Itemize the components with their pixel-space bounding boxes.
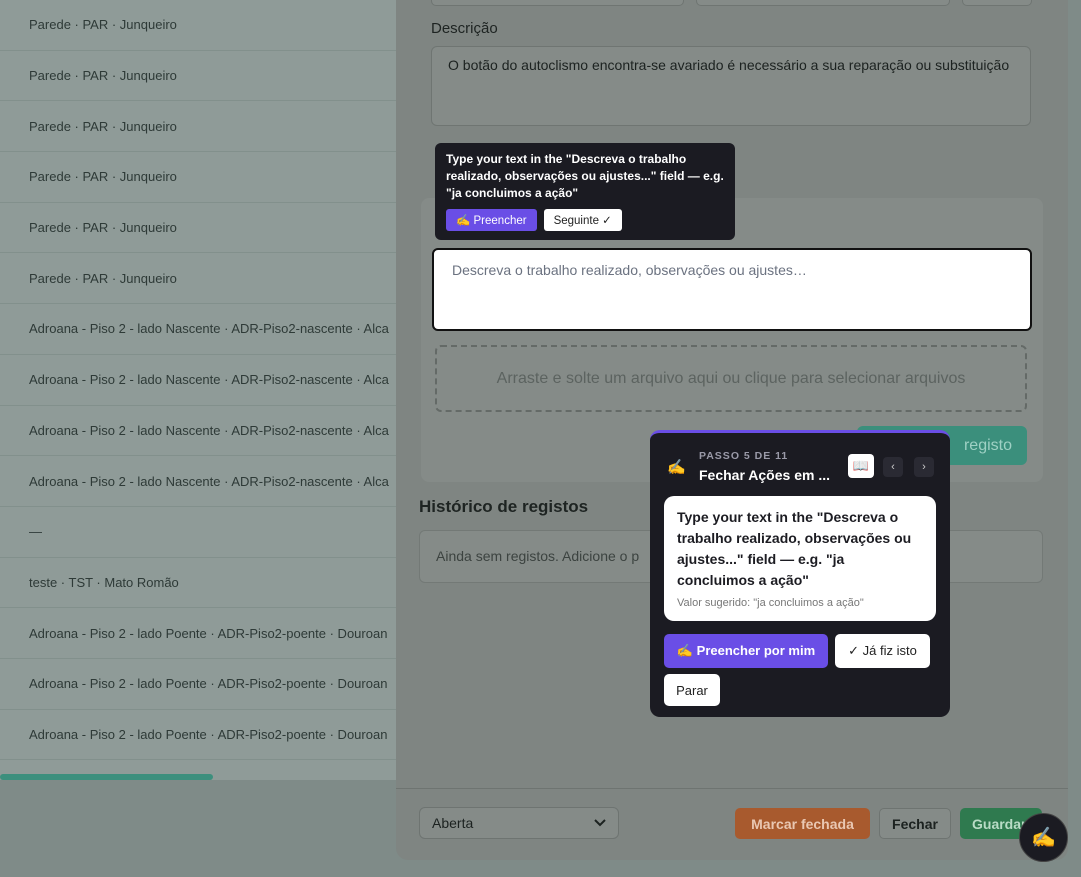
- guide-suggested-value: Valor sugerido: "ja concluimos a ação": [677, 597, 864, 609]
- field-top-1[interactable]: [431, 0, 684, 6]
- list-item[interactable]: teste · TST · Mato Romão: [0, 558, 420, 609]
- field-tooltip: Type your text in the "Descreva o trabal…: [435, 143, 735, 240]
- book-icon[interactable]: 📖: [848, 454, 874, 478]
- mark-closed-button[interactable]: Marcar fechada: [735, 808, 870, 839]
- footer-divider: [396, 788, 1068, 789]
- horizontal-scrollbar[interactable]: [0, 774, 213, 780]
- guide-step: PASSO 5 DE 11: [699, 450, 789, 462]
- guide-stop-button[interactable]: Parar: [664, 674, 720, 706]
- list-item[interactable]: —: [0, 507, 420, 558]
- status-select[interactable]: Aberta: [419, 807, 619, 839]
- guide-done-button[interactable]: ✓ Já fiz isto: [835, 634, 930, 668]
- field-top-3[interactable]: [962, 0, 1032, 6]
- list-item[interactable]: Parede · PAR · Junqueiro: [0, 0, 420, 51]
- guide-instruction-card: Type your text in the "Descreva o trabal…: [664, 496, 936, 621]
- history-title: Histórico de registos: [419, 497, 589, 516]
- chevron-right-icon[interactable]: ›: [914, 457, 934, 477]
- assistant-fab-button[interactable]: ✍: [1019, 813, 1068, 862]
- list-item[interactable]: Adroana - Piso 2 - lado Nascente · ADR-P…: [0, 304, 420, 355]
- tooltip-fill-button[interactable]: ✍ Preencher: [446, 209, 537, 231]
- list-item[interactable]: Parede · PAR · Junqueiro: [0, 51, 420, 102]
- list-item[interactable]: Parede · PAR · Junqueiro: [0, 152, 420, 203]
- list-item[interactable]: Parede · PAR · Junqueiro: [0, 203, 420, 254]
- guide-instruction: Type your text in the "Descreva o trabal…: [677, 509, 912, 588]
- chevron-left-icon[interactable]: ‹: [883, 457, 903, 477]
- list-footer: [0, 780, 420, 877]
- list-item[interactable]: Adroana - Piso 2 - lado Nascente · ADR-P…: [0, 456, 420, 507]
- guide-panel: ✍ PASSO 5 DE 11 Fechar Ações em ... 📖 ‹ …: [650, 430, 950, 717]
- close-button[interactable]: Fechar: [879, 808, 951, 839]
- location-list: Parede · PAR · Junqueiro Parede · PAR · J…: [0, 0, 420, 780]
- hand-writing-icon: ✍: [667, 459, 686, 476]
- list-item[interactable]: Parede · PAR · Junqueiro: [0, 101, 420, 153]
- list-item[interactable]: Adroana - Piso 2 - lado Poente · ADR-Pis…: [0, 659, 420, 710]
- status-value: Aberta: [432, 815, 474, 831]
- list-item[interactable]: Adroana - Piso 2 - lado Poente · ADR-Pis…: [0, 608, 420, 659]
- chevron-down-icon: [594, 819, 606, 827]
- tooltip-text: Type your text in the "Descreva o trabal…: [446, 152, 724, 200]
- hand-writing-icon: ✍: [1031, 827, 1056, 849]
- tooltip-next-button[interactable]: Seguinte ✓: [543, 209, 622, 231]
- guide-title: Fechar Ações em ...: [699, 467, 830, 483]
- notes-textarea[interactable]: Descreva o trabalho realizado, observaçõ…: [432, 248, 1032, 331]
- list-item[interactable]: Adroana - Piso 2 - lado Poente · ADR-Pis…: [0, 710, 420, 761]
- file-dropzone[interactable]: Arraste e solte um arquivo aqui ou cliqu…: [435, 345, 1027, 412]
- description-textarea[interactable]: O botão do autoclismo encontra-se avaria…: [431, 46, 1031, 126]
- guide-fill-button[interactable]: ✍ Preencher por mim: [664, 634, 828, 668]
- list-item[interactable]: Parede · PAR · Junqueiro: [0, 253, 420, 305]
- field-top-2[interactable]: [696, 0, 950, 6]
- description-label: Descrição: [431, 20, 498, 37]
- list-item[interactable]: Adroana - Piso 2 - lado Nascente · ADR-P…: [0, 406, 420, 457]
- list-item[interactable]: Adroana - Piso 2 - lado Nascente · ADR-P…: [0, 355, 420, 406]
